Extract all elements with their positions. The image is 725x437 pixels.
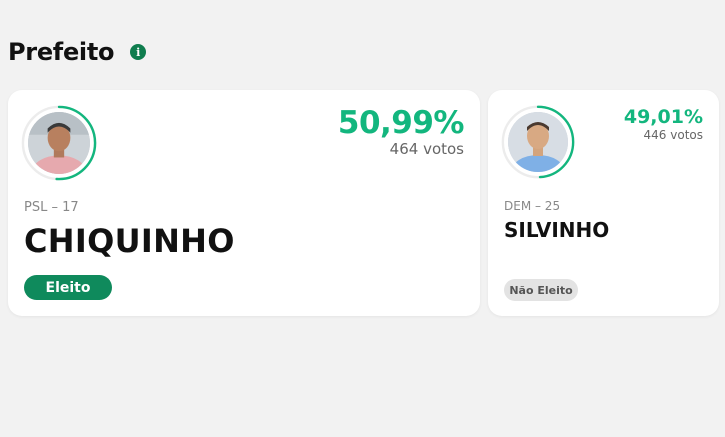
vote-percentage: 50,99% [337, 105, 465, 141]
party-number: DEM – 25 [504, 199, 561, 213]
vote-percentage: 49,01% [623, 106, 703, 128]
candidate-photo [508, 112, 568, 172]
vote-stats: 49,01% 446 votos [624, 106, 703, 142]
info-icon[interactable]: i [130, 44, 147, 60]
candidate-card-runner-up[interactable]: 49,01% 446 votos DEM – 25 SILVINHO Não E… [488, 90, 719, 316]
candidate-name: SILVINHO [504, 218, 610, 242]
candidate-name: CHIQUINHO [24, 222, 235, 260]
section-header: Prefeito i [8, 38, 147, 66]
vote-stats: 50,99% 464 votos [337, 105, 465, 158]
vote-count: 446 votos [643, 128, 703, 142]
candidate-card-winner[interactable]: 50,99% 464 votos PSL – 17 CHIQUINHO Elei… [8, 90, 480, 316]
candidate-avatar [20, 104, 98, 182]
status-badge: Não Eleito [504, 279, 578, 301]
candidate-avatar [500, 104, 576, 180]
section-title: Prefeito [8, 38, 115, 66]
vote-count: 464 votos [389, 140, 464, 158]
status-badge: Eleito [24, 275, 112, 300]
party-number: PSL – 17 [24, 200, 79, 215]
candidate-photo [28, 112, 90, 174]
